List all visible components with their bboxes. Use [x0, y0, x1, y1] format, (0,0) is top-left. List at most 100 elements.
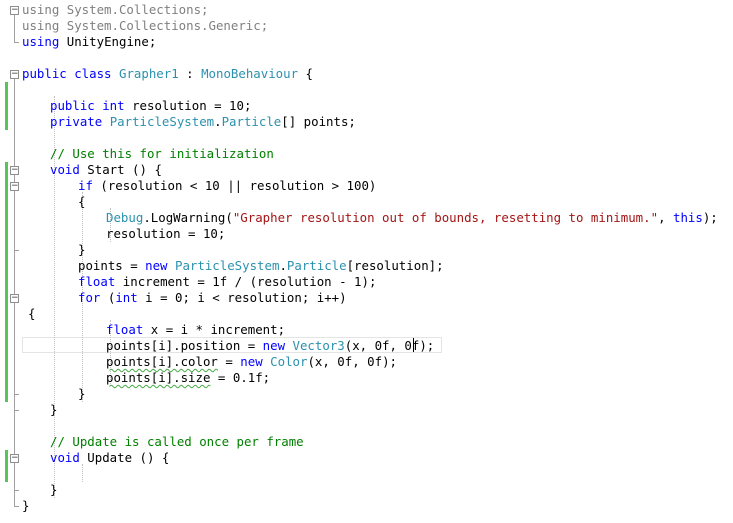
code-token: }: [78, 386, 86, 401]
collapse-toggle-icon[interactable]: −: [10, 70, 19, 79]
code-token: }: [22, 498, 30, 513]
outline-end-tick: [14, 250, 19, 251]
code-token: using: [22, 34, 60, 49]
code-line[interactable]: }: [78, 242, 85, 258]
code-token: }: [50, 402, 58, 417]
code-token: x = i * increment;: [143, 322, 286, 337]
code-line[interactable]: points[i].color = new Color(x, 0f, 0f);: [106, 354, 397, 370]
code-line[interactable]: Debug.LogWarning("Grapher resolution out…: [106, 210, 718, 226]
code-token: (x, 0f, 0f);: [307, 354, 397, 369]
code-line[interactable]: if (resolution < 10 || resolution > 100): [78, 178, 376, 194]
code-token: .: [214, 114, 222, 129]
code-line[interactable]: }: [22, 498, 29, 514]
code-line[interactable]: using System.Collections;: [22, 2, 209, 18]
code-line[interactable]: // Update is called once per frame: [50, 434, 304, 450]
code-token: MonoBehaviour: [201, 66, 299, 81]
code-token: increment = 1f / (resolution - 1);: [115, 274, 377, 289]
code-line[interactable]: {: [78, 194, 85, 210]
code-token: [] points;: [281, 114, 356, 129]
code-token: points[i].position =: [106, 338, 263, 353]
code-token: points =: [78, 258, 146, 273]
code-line[interactable]: using System.Collections.Generic;: [22, 18, 268, 34]
code-line[interactable]: float x = i * increment;: [106, 322, 285, 338]
code-token: // Update is called once per frame: [50, 434, 304, 449]
collapse-toggle-icon[interactable]: −: [10, 6, 19, 15]
code-line[interactable]: void Start () {: [50, 162, 162, 178]
code-token: for: [78, 290, 101, 305]
code-line[interactable]: for (int i = 0; i < resolution; i++): [78, 290, 347, 306]
code-token: new: [145, 258, 168, 273]
outline-end-tick: [14, 42, 19, 43]
code-line[interactable]: }: [50, 482, 57, 498]
code-token: public class: [22, 66, 112, 81]
code-line[interactable]: points = new ParticleSystem.Particle[res…: [78, 258, 444, 274]
code-token: using System.Collections.Generic;: [22, 18, 269, 33]
code-token: resolution = 10;: [106, 226, 226, 241]
code-token: );: [702, 210, 718, 225]
code-token: }: [50, 482, 58, 497]
code-line[interactable]: // Use this for initialization: [50, 146, 274, 162]
outline-line: [14, 14, 15, 42]
code-line[interactable]: resolution = 10;: [106, 226, 225, 242]
code-token: private: [50, 114, 103, 129]
collapse-toggle-icon[interactable]: −: [10, 454, 19, 463]
outline-line: [14, 302, 15, 394]
code-line[interactable]: float increment = 1f / (resolution - 1);: [78, 274, 376, 290]
code-line[interactable]: }: [78, 386, 85, 402]
code-token: {: [78, 194, 86, 209]
code-token: ,: [658, 210, 673, 225]
code-line[interactable]: void Update () {: [50, 450, 169, 466]
code-token: =: [217, 354, 241, 369]
code-line[interactable]: points[i].position = new Vector3(x, 0f, …: [106, 338, 434, 354]
code-token: = 0.1f;: [210, 370, 271, 385]
code-token: ParticleSystem: [175, 258, 280, 273]
code-token: Vector3: [292, 338, 345, 353]
code-token: .LogWarning(: [143, 210, 233, 225]
code-token: {: [28, 306, 36, 321]
code-token: :: [178, 66, 202, 81]
code-token: void: [50, 450, 80, 465]
code-line[interactable]: {: [28, 306, 35, 322]
code-token: new: [240, 354, 263, 369]
outline-line: [14, 190, 15, 250]
code-token: this: [672, 210, 703, 225]
outline-end-tick: [14, 506, 19, 507]
outline-end-tick: [14, 410, 19, 411]
outline-line: [14, 462, 15, 490]
change-bar: [5, 450, 8, 482]
code-token: public int: [50, 98, 125, 113]
code-token: .: [279, 258, 287, 273]
code-token: Color: [270, 354, 308, 369]
indent-guide: [82, 464, 83, 482]
collapse-toggle-icon[interactable]: −: [10, 294, 19, 303]
code-token: points[i].color: [106, 354, 218, 369]
code-token: // Use this for initialization: [50, 146, 274, 161]
code-token: Debug: [106, 210, 144, 225]
code-token: float: [78, 274, 116, 289]
code-line[interactable]: public int resolution = 10;: [50, 98, 251, 114]
code-token: [resolution];: [346, 258, 444, 273]
code-line[interactable]: public class Grapher1 : MonoBehaviour {: [22, 66, 313, 82]
code-token: Start () {: [79, 162, 162, 177]
collapse-toggle-icon[interactable]: −: [10, 182, 19, 191]
code-line[interactable]: }: [50, 402, 57, 418]
code-line[interactable]: using UnityEngine;: [22, 34, 156, 50]
code-editor[interactable]: − − − − − − using System.Collections; using Sys…: [0, 0, 733, 523]
code-token: Particle: [286, 258, 347, 273]
change-bar: [5, 82, 8, 130]
code-token: int: [115, 290, 138, 305]
code-token: void: [50, 162, 80, 177]
code-line[interactable]: private ParticleSystem.Particle[] points…: [50, 114, 356, 130]
code-token: {: [298, 66, 313, 81]
code-token: }: [78, 242, 86, 257]
code-token: if: [78, 178, 93, 193]
code-token: "Grapher resolution out of bounds, reset…: [232, 210, 659, 225]
code-token: (resolution < 10 || resolution > 100): [92, 178, 377, 193]
code-token: using System.Collections;: [22, 2, 209, 17]
collapse-toggle-icon[interactable]: −: [10, 166, 19, 175]
code-line[interactable]: points[i].size = 0.1f;: [106, 370, 270, 386]
code-token: resolution = 10;: [124, 98, 252, 113]
